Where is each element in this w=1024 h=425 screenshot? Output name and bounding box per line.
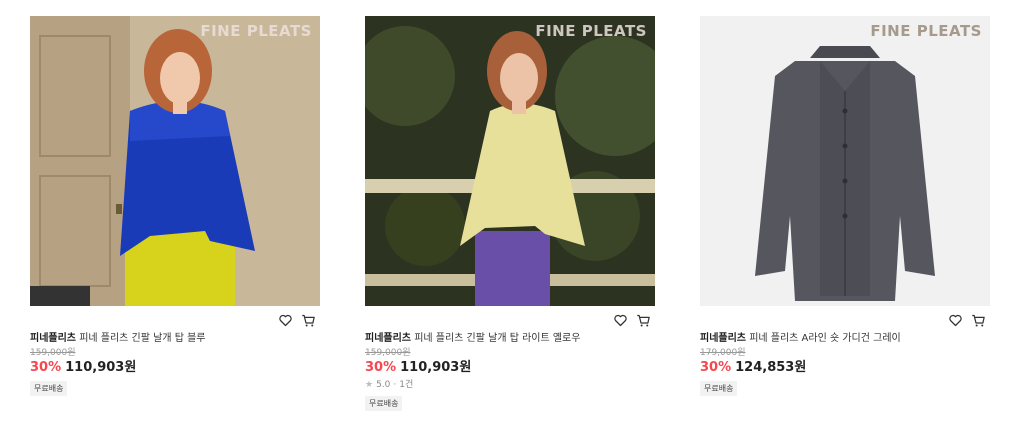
cart-icon[interactable] <box>636 313 651 328</box>
heart-icon[interactable] <box>278 313 293 328</box>
product-actions <box>365 309 655 331</box>
free-shipping-badge: 무료배송 <box>30 381 68 396</box>
product-title[interactable]: 피네플리츠 피네 플리츠 A라인 숏 가디건 그레이 <box>700 332 990 346</box>
star-icon: ★ <box>365 380 374 390</box>
product-card[interactable]: FINE PLEATS 피네플리츠 피네 플리츠 A라인 숏 가디건 그레이 1… <box>700 16 990 396</box>
original-price: 159,000원 <box>30 348 76 358</box>
brand-logo-watermark: FINE PLEATS <box>200 22 312 40</box>
heart-icon[interactable] <box>948 313 963 328</box>
sale-price: 124,853원 <box>735 360 807 375</box>
cart-icon[interactable] <box>301 313 316 328</box>
heart-icon[interactable] <box>613 313 628 328</box>
product-name: 피네 플리츠 A라인 숏 가디건 그레이 <box>749 333 901 344</box>
product-brand: 피네플리츠 <box>700 333 746 344</box>
discount-rate: 30% <box>700 360 732 375</box>
rating-separator: · <box>393 380 397 390</box>
product-photo-yellow-top <box>365 16 655 306</box>
product-name: 피네 플리츠 긴팔 날개 탑 라이트 옐로우 <box>414 333 581 344</box>
original-price: 179,000원 <box>700 348 746 358</box>
product-title[interactable]: 피네플리츠 피네 플리츠 긴팔 날개 탑 블루 <box>30 332 320 346</box>
product-title[interactable]: 피네플리츠 피네 플리츠 긴팔 날개 탑 라이트 옐로우 <box>365 332 655 346</box>
discount-rate: 30% <box>365 360 397 375</box>
discount-rate: 30% <box>30 360 62 375</box>
product-card[interactable]: FINE PLEATS 피네플리츠 피네 플리츠 긴팔 날개 탑 라이트 옐로우… <box>365 16 655 411</box>
sale-price: 110,903원 <box>400 360 472 375</box>
product-actions <box>700 309 990 331</box>
rating-score: 5.0 <box>376 380 391 390</box>
price-row: 30% 124,853원 <box>700 360 990 376</box>
product-photo-blue-top <box>30 16 320 306</box>
product-photo-gray-cardigan <box>700 16 990 306</box>
brand-logo-watermark: FINE PLEATS <box>870 22 982 40</box>
product-image[interactable]: FINE PLEATS <box>30 16 320 306</box>
product-image[interactable]: FINE PLEATS <box>700 16 990 306</box>
product-image[interactable]: FINE PLEATS <box>365 16 655 306</box>
product-brand: 피네플리츠 <box>365 333 411 344</box>
review-count: 1건 <box>399 380 414 390</box>
product-brand: 피네플리츠 <box>30 333 76 344</box>
brand-logo-watermark: FINE PLEATS <box>535 22 647 40</box>
rating-row: ★ 5.0 · 1건 <box>365 379 655 391</box>
product-actions <box>30 309 320 331</box>
free-shipping-badge: 무료배송 <box>365 396 403 411</box>
price-row: 30% 110,903원 <box>365 360 655 376</box>
free-shipping-badge: 무료배송 <box>700 381 738 396</box>
sale-price: 110,903원 <box>65 360 137 375</box>
product-card[interactable]: FINE PLEATS 피네플리츠 피네 플리츠 긴팔 날개 탑 블루 159,… <box>30 16 320 396</box>
original-price: 159,000원 <box>365 348 411 358</box>
price-row: 30% 110,903원 <box>30 360 320 376</box>
product-name: 피네 플리츠 긴팔 날개 탑 블루 <box>79 333 206 344</box>
cart-icon[interactable] <box>971 313 986 328</box>
